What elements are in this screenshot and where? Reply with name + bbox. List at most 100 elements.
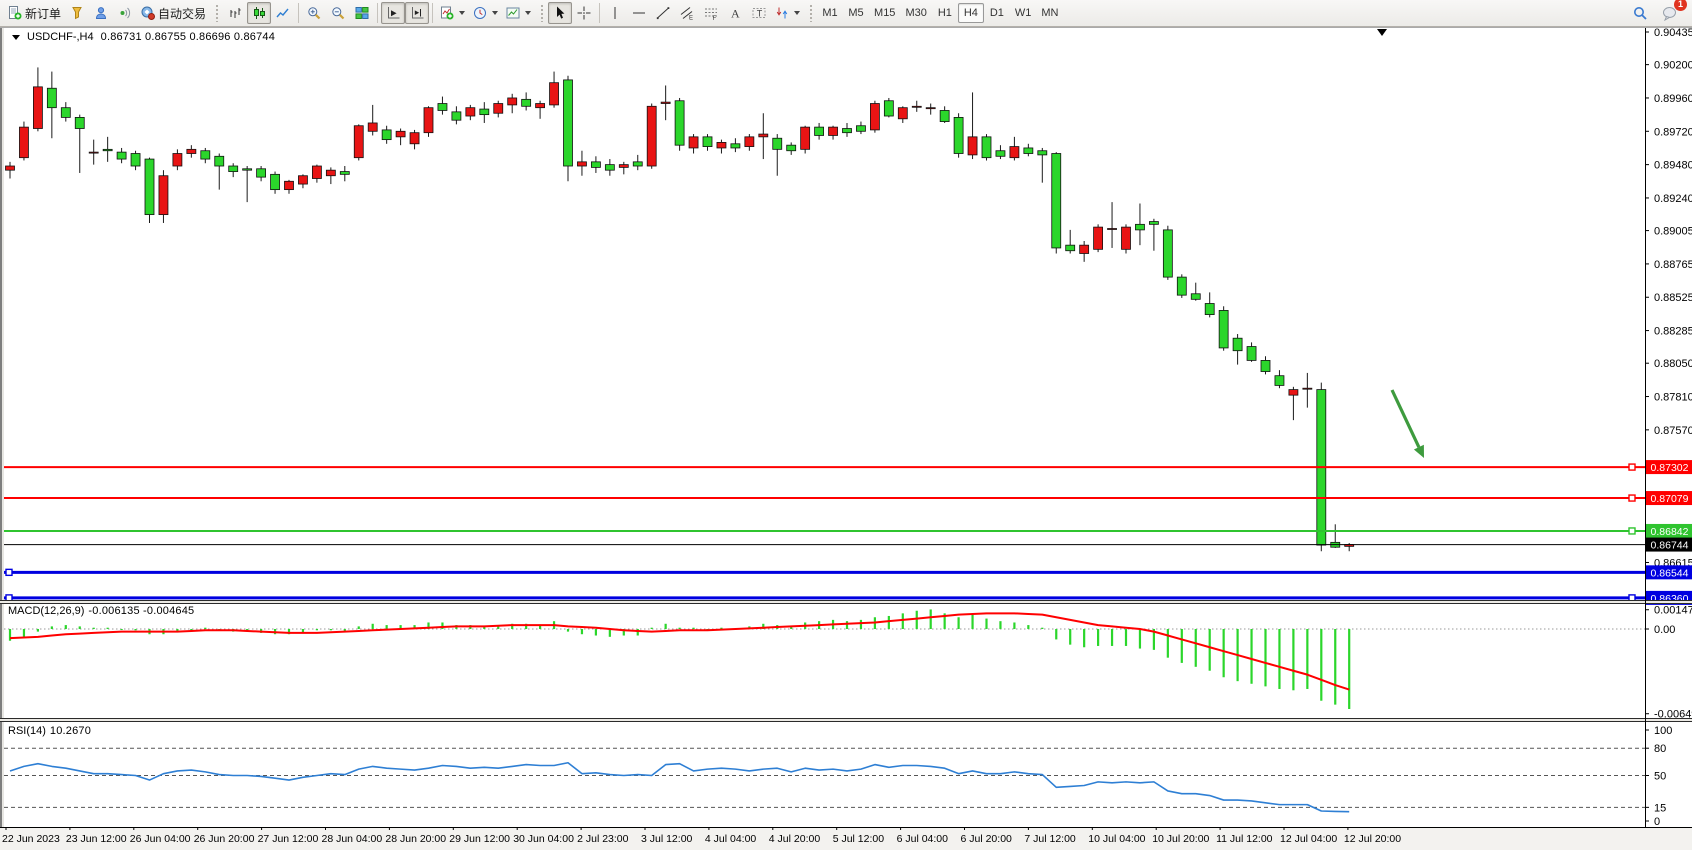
candle — [1010, 147, 1019, 158]
time-tick-label: 28 Jun 04:00 — [322, 833, 383, 845]
candle — [773, 138, 782, 149]
rsi-panel[interactable] — [4, 722, 1645, 826]
horizontal-line-button[interactable] — [627, 2, 651, 24]
candle — [801, 127, 810, 149]
candle — [1205, 303, 1214, 314]
line-handle[interactable] — [1629, 464, 1635, 470]
rsi-name: RSI(14) — [8, 725, 46, 737]
candle — [898, 108, 907, 119]
templates-button[interactable] — [502, 2, 535, 24]
timeframe-mn[interactable]: MN — [1036, 3, 1063, 23]
line-handle[interactable] — [1629, 595, 1635, 601]
crosshair-button[interactable] — [572, 2, 596, 24]
line-handle[interactable] — [6, 569, 12, 575]
price-tick-label: 0.90435 — [1654, 27, 1692, 39]
news-button[interactable] — [65, 2, 89, 24]
new-order-icon — [8, 6, 22, 20]
rsi-tick-label: 50 — [1654, 771, 1666, 783]
toolbar-separator — [599, 3, 600, 23]
price-tag: 0.87302 — [1646, 460, 1692, 474]
main-chart-area[interactable] — [4, 28, 1645, 599]
candle — [298, 176, 307, 184]
toolbar: 新订单 自动交易 EFAT M1M5M15 M30 H1H4 D1 W1MN 1 — [0, 0, 1692, 27]
button-label: M30 — [905, 7, 926, 19]
crosshair-icon — [577, 6, 591, 20]
timeframe-m15[interactable]: M15 — [869, 3, 900, 23]
auto-scroll-button[interactable] — [381, 2, 405, 24]
zoom-in-button[interactable] — [302, 2, 326, 24]
timeframe-w1[interactable]: W1 — [1010, 3, 1037, 23]
chart-shift-button[interactable] — [405, 2, 429, 24]
chart-title: USDCHF-,H4 0.86731 0.86755 0.86696 0.867… — [12, 31, 275, 43]
candle — [438, 104, 447, 111]
macd-panel[interactable] — [4, 603, 1645, 717]
cursor-button[interactable] — [548, 2, 572, 24]
tile-windows-button[interactable] — [350, 2, 374, 24]
candle — [1289, 390, 1298, 396]
candle — [61, 108, 70, 118]
timeframe-d1[interactable]: D1 — [984, 3, 1010, 23]
toolbar-grip[interactable] — [540, 4, 545, 22]
candle — [368, 123, 377, 131]
new-order-button[interactable]: 新订单 — [4, 2, 65, 24]
candle — [1066, 245, 1075, 251]
rsi-value: 10.2670 — [50, 725, 91, 737]
price-tick-label: 0.87570 — [1654, 425, 1692, 437]
button-label: D1 — [990, 7, 1004, 19]
arrows-icon — [775, 6, 789, 20]
chart-canvas[interactable]: 0.904350.902000.899600.897200.894800.892… — [0, 0, 1692, 850]
candle — [1108, 229, 1117, 230]
channel-icon: E — [680, 6, 694, 20]
macd-indicator-label: MACD(12,26,9) -0.006135 -0.004645 — [8, 605, 194, 617]
chart-ohlc-values: 0.86731 0.86755 0.86696 0.86744 — [101, 31, 275, 43]
vertical-line-button[interactable] — [603, 2, 627, 24]
candle — [1163, 230, 1172, 277]
search-button[interactable] — [1628, 2, 1652, 24]
toolbar-grip[interactable] — [809, 4, 814, 22]
line-handle[interactable] — [1629, 528, 1635, 534]
timeframe-m30[interactable]: M30 — [900, 3, 931, 23]
indicators-button[interactable] — [436, 2, 469, 24]
signals-button[interactable] — [113, 2, 137, 24]
timeframe-h1[interactable]: H1 — [932, 3, 958, 23]
text-button[interactable]: A — [723, 2, 747, 24]
candle — [1052, 154, 1061, 248]
price-tick-label: 0.88765 — [1654, 259, 1692, 271]
candle — [856, 126, 865, 132]
arrows-button[interactable] — [771, 2, 804, 24]
candle — [354, 126, 363, 158]
equidistant-channel-button[interactable]: E — [675, 2, 699, 24]
candle — [591, 162, 600, 168]
notifications-button[interactable]: 1 — [1658, 2, 1682, 24]
periods-button[interactable] — [469, 2, 502, 24]
candle — [968, 137, 977, 155]
line-handle[interactable] — [6, 595, 12, 601]
chart-dropdown-icon[interactable] — [12, 35, 20, 40]
candle — [647, 106, 656, 166]
chevron-down-icon — [492, 11, 498, 15]
macd-name: MACD(12,26,9) — [8, 605, 84, 617]
timeframe-m5[interactable]: M5 — [843, 3, 869, 23]
candle — [75, 117, 84, 128]
timeframe-h4[interactable]: H4 — [958, 3, 984, 23]
candlestick-button[interactable] — [247, 2, 271, 24]
candle — [940, 110, 949, 121]
community-button[interactable] — [89, 2, 113, 24]
toolbar-grip[interactable] — [215, 4, 220, 22]
candle — [843, 129, 852, 133]
line-chart-button[interactable] — [271, 2, 295, 24]
button-label: 自动交易 — [158, 5, 206, 22]
trendline-button[interactable] — [651, 2, 675, 24]
fibonacci-button[interactable]: F — [699, 2, 723, 24]
clock-icon — [473, 6, 487, 20]
line-handle[interactable] — [1629, 495, 1635, 501]
zoom-out-button[interactable] — [326, 2, 350, 24]
candle — [312, 166, 321, 178]
timeframe-m1[interactable]: M1 — [817, 3, 843, 23]
candle — [731, 144, 740, 148]
auto-trading-button[interactable]: 自动交易 — [137, 2, 210, 24]
bar-chart-button[interactable] — [223, 2, 247, 24]
candle — [410, 133, 419, 144]
text-label-button[interactable]: T — [747, 2, 771, 24]
price-tick-label: 0.89720 — [1654, 126, 1692, 138]
